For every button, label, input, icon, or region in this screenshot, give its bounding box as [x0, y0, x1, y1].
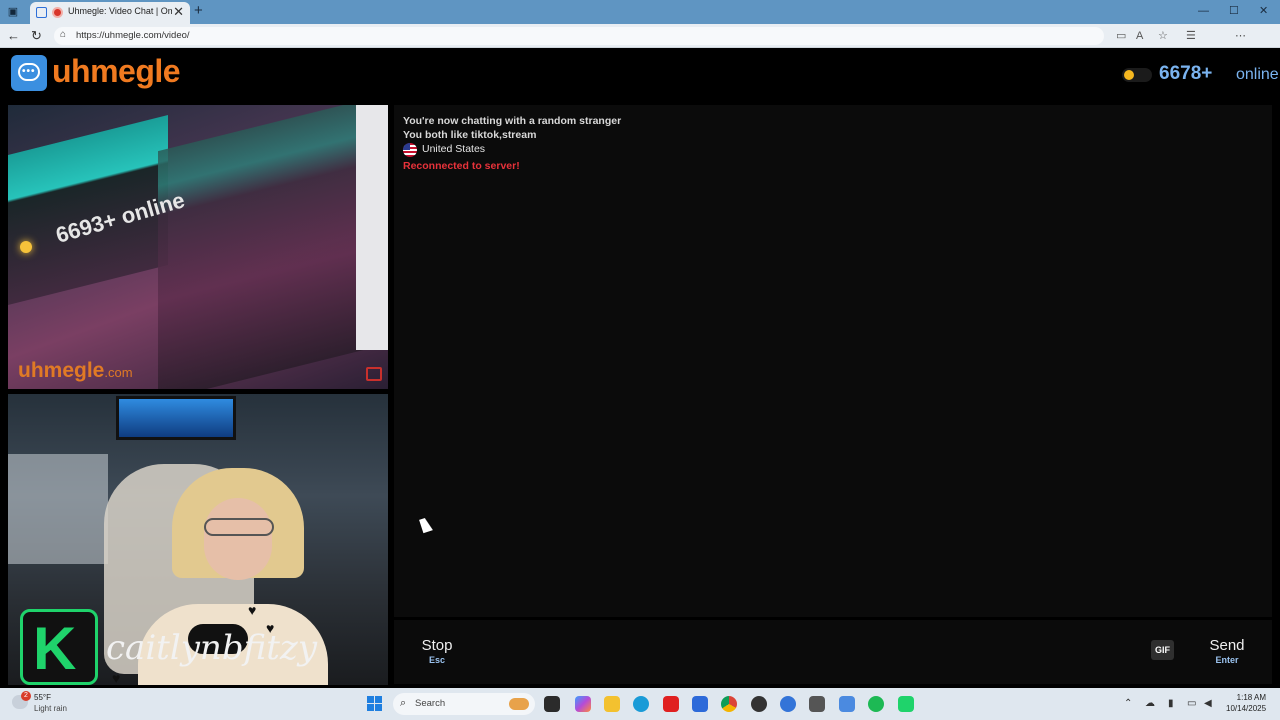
cloud-icon[interactable]: ☁	[1145, 698, 1155, 709]
tab-close-icon[interactable]: ✕	[173, 4, 184, 20]
heart-icon: ♥	[248, 602, 257, 618]
us-flag-icon	[403, 143, 417, 157]
report-flag-icon[interactable]	[366, 367, 382, 381]
stranger-video-sidebar	[356, 105, 388, 350]
kick-letter: K	[33, 615, 77, 682]
shield-icon[interactable]	[839, 696, 855, 712]
search-icon: ⌕	[400, 697, 407, 709]
country-name: United States	[422, 143, 486, 155]
video-watermark: uhmegle.com	[18, 359, 133, 383]
reconnect-message: Reconnected to server!	[403, 160, 520, 172]
new-tab-button[interactable]: +	[194, 2, 203, 20]
tab-title: Uhmegle: Video Chat | Omeg	[68, 6, 172, 16]
stop-shortcut: Esc	[428, 655, 445, 665]
search-placeholder: Search	[415, 698, 446, 709]
weather-temperature[interactable]: 55°F	[34, 693, 51, 702]
chat-log[interactable]: You're now chatting with a random strang…	[394, 105, 1272, 617]
youtube-icon[interactable]	[663, 696, 679, 712]
stranger-video: 6693+ online uhmegle.com	[8, 105, 388, 389]
stop-button[interactable]: Stop Esc	[394, 620, 480, 684]
online-label: online	[1236, 66, 1279, 83]
microphone-icon[interactable]: ▮	[1168, 698, 1174, 709]
send-button[interactable]: Send Enter	[1182, 620, 1272, 684]
send-shortcut: Enter	[1215, 655, 1239, 665]
url-field[interactable]: ⌂ https://uhmegle.com/video/	[54, 27, 1104, 45]
favorite-star-icon[interactable]: ☆	[1158, 29, 1168, 43]
stranger-video-light	[20, 241, 32, 253]
chat-common-interests: You both like tiktok,stream	[403, 129, 537, 141]
maximize-button[interactable]: ☐	[1229, 3, 1239, 19]
app-available-icon[interactable]: ▭	[1116, 29, 1126, 43]
stop-label: Stop	[421, 637, 453, 654]
edge-browser-icon[interactable]	[633, 696, 649, 712]
browser-tab-bar: ▣ Uhmegle: Video Chat | Omeg ✕ + — ☐ ✕	[0, 0, 1280, 24]
network-icon[interactable]: ▭	[1187, 698, 1196, 709]
heart-icon: ♥	[112, 670, 121, 685]
app-icon[interactable]	[809, 696, 825, 712]
url-text[interactable]: https://uhmegle.com/video/	[76, 30, 190, 41]
spotify-icon[interactable]	[868, 696, 884, 712]
message-input[interactable]	[484, 620, 1184, 684]
favorites-icon[interactable]: ☰	[1186, 29, 1196, 43]
self-video: K caitlynbfitzy ♥ ♥ ♥	[8, 394, 388, 685]
copilot-app-icon[interactable]	[575, 696, 591, 712]
watermark-text: uhmegle	[18, 359, 105, 382]
store-icon[interactable]	[692, 696, 708, 712]
refresh-icon[interactable]: ↻	[31, 27, 42, 44]
chat-dots: •••	[22, 66, 36, 77]
tab-actions-icon[interactable]: ▣	[6, 5, 20, 19]
workspace-icon	[36, 7, 47, 18]
gif-button[interactable]: GIF	[1151, 640, 1174, 660]
windows-taskbar: 2 55°F Light rain ⌕ Search ⌃ ☁ ▮ ▭ ◀ 1:1…	[0, 688, 1280, 720]
app-icon[interactable]	[780, 696, 796, 712]
site-info-icon[interactable]: ⌂	[60, 29, 66, 40]
obs-icon[interactable]	[751, 696, 767, 712]
task-view-icon[interactable]	[544, 696, 560, 712]
heart-icon: ♥	[266, 620, 275, 636]
toggle-knob	[1124, 70, 1134, 80]
volume-icon[interactable]: ◀	[1204, 698, 1212, 709]
close-window-button[interactable]: ✕	[1259, 3, 1268, 19]
clock-time[interactable]: 1:18 AM	[1226, 693, 1266, 702]
minimize-button[interactable]: —	[1198, 3, 1209, 19]
taskbar-search[interactable]: ⌕ Search	[393, 693, 535, 715]
search-highlight-icon	[509, 698, 529, 710]
send-label: Send	[1209, 637, 1245, 654]
chrome-icon[interactable]	[721, 696, 737, 712]
file-explorer-icon[interactable]	[604, 696, 620, 712]
watermark-suffix: .com	[104, 365, 133, 380]
site-logo[interactable]: uhmegle	[52, 53, 181, 90]
tray-overflow-icon[interactable]: ⌃	[1124, 698, 1132, 709]
stranger-video-screen	[158, 105, 368, 389]
logo-chat-icon[interactable]: •••	[11, 55, 47, 91]
chat-status-line: You're now chatting with a random strang…	[403, 115, 622, 127]
kick-app-icon[interactable]	[898, 696, 914, 712]
back-arrow-icon[interactable]: ←	[7, 27, 20, 44]
clock-date[interactable]: 10/14/2025	[1226, 704, 1266, 713]
theme-toggle[interactable]	[1122, 68, 1152, 82]
background-shelf	[8, 454, 108, 564]
uhmegle-page: ••• uhmegle 6678+ online 6693+ online uh…	[0, 49, 1280, 688]
streamer-name-overlay: caitlynbfitzy	[106, 628, 318, 668]
windows-start-icon[interactable]	[367, 696, 383, 712]
weather-alert-badge: 2	[21, 691, 31, 701]
weather-description[interactable]: Light rain	[34, 704, 67, 713]
kick-logo-badge: K	[20, 609, 98, 685]
address-bar-row: ← ↻ ⌂ https://uhmegle.com/video/ ▭ A ☆ ☰…	[0, 24, 1280, 67]
background-monitor	[116, 396, 236, 440]
read-aloud-icon[interactable]: A	[1136, 29, 1143, 43]
more-options-icon[interactable]: ⋯	[1235, 29, 1246, 43]
chat-controls: Stop Esc GIF Send Enter	[394, 620, 1272, 684]
person-face	[204, 498, 272, 580]
person-glasses	[204, 518, 274, 536]
recording-icon	[52, 7, 63, 18]
browser-tab[interactable]: Uhmegle: Video Chat | Omeg ✕	[30, 2, 190, 24]
online-count: 6678+	[1159, 63, 1213, 84]
